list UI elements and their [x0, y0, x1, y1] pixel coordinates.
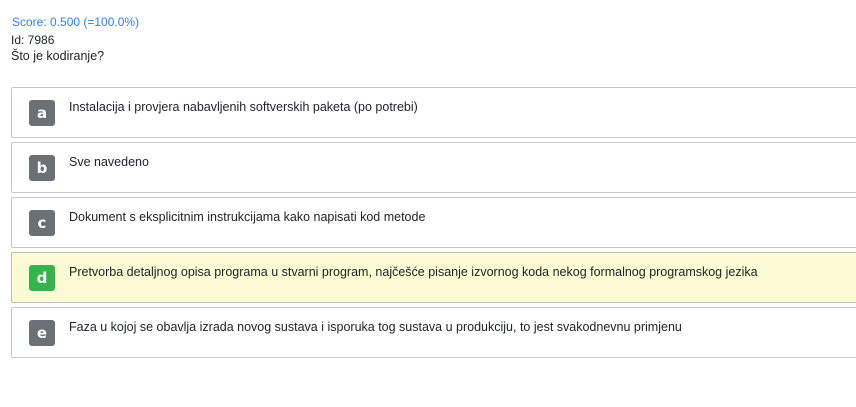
quiz-header: Score: 0.500 (=100.0%) Id: 7986 Što je k… — [11, 14, 856, 65]
option-letter-badge: c — [29, 210, 55, 236]
question-text: Što je kodiranje? — [11, 49, 105, 63]
question-id: Id: 7986 — [11, 33, 55, 47]
option-text: Instalacija i provjera nabavljenih softv… — [69, 100, 418, 114]
answer-option-b[interactable]: b Sve navedeno — [11, 142, 856, 193]
option-letter-badge: b — [29, 155, 55, 181]
answer-option-c[interactable]: c Dokument s eksplicitnim instrukcijama … — [11, 197, 856, 248]
answer-options: a Instalacija i provjera nabavljenih sof… — [11, 87, 856, 362]
option-letter-badge: a — [29, 100, 55, 126]
option-letter-badge: d — [29, 265, 55, 291]
answer-option-a[interactable]: a Instalacija i provjera nabavljenih sof… — [11, 87, 856, 138]
option-text: Dokument s eksplicitnim instrukcijama ka… — [69, 210, 426, 224]
score-text: Score: 0.500 (=100.0%) — [12, 15, 140, 29]
option-text: Faza u kojoj se obavlja izrada novog sus… — [69, 320, 682, 334]
option-letter-badge: e — [29, 320, 55, 346]
option-text: Pretvorba detaljnog opisa programa u stv… — [69, 265, 758, 279]
answer-option-e[interactable]: e Faza u kojoj se obavlja izrada novog s… — [11, 307, 856, 358]
answer-option-d[interactable]: d Pretvorba detaljnog opisa programa u s… — [11, 252, 856, 303]
option-text: Sve navedeno — [69, 155, 149, 169]
